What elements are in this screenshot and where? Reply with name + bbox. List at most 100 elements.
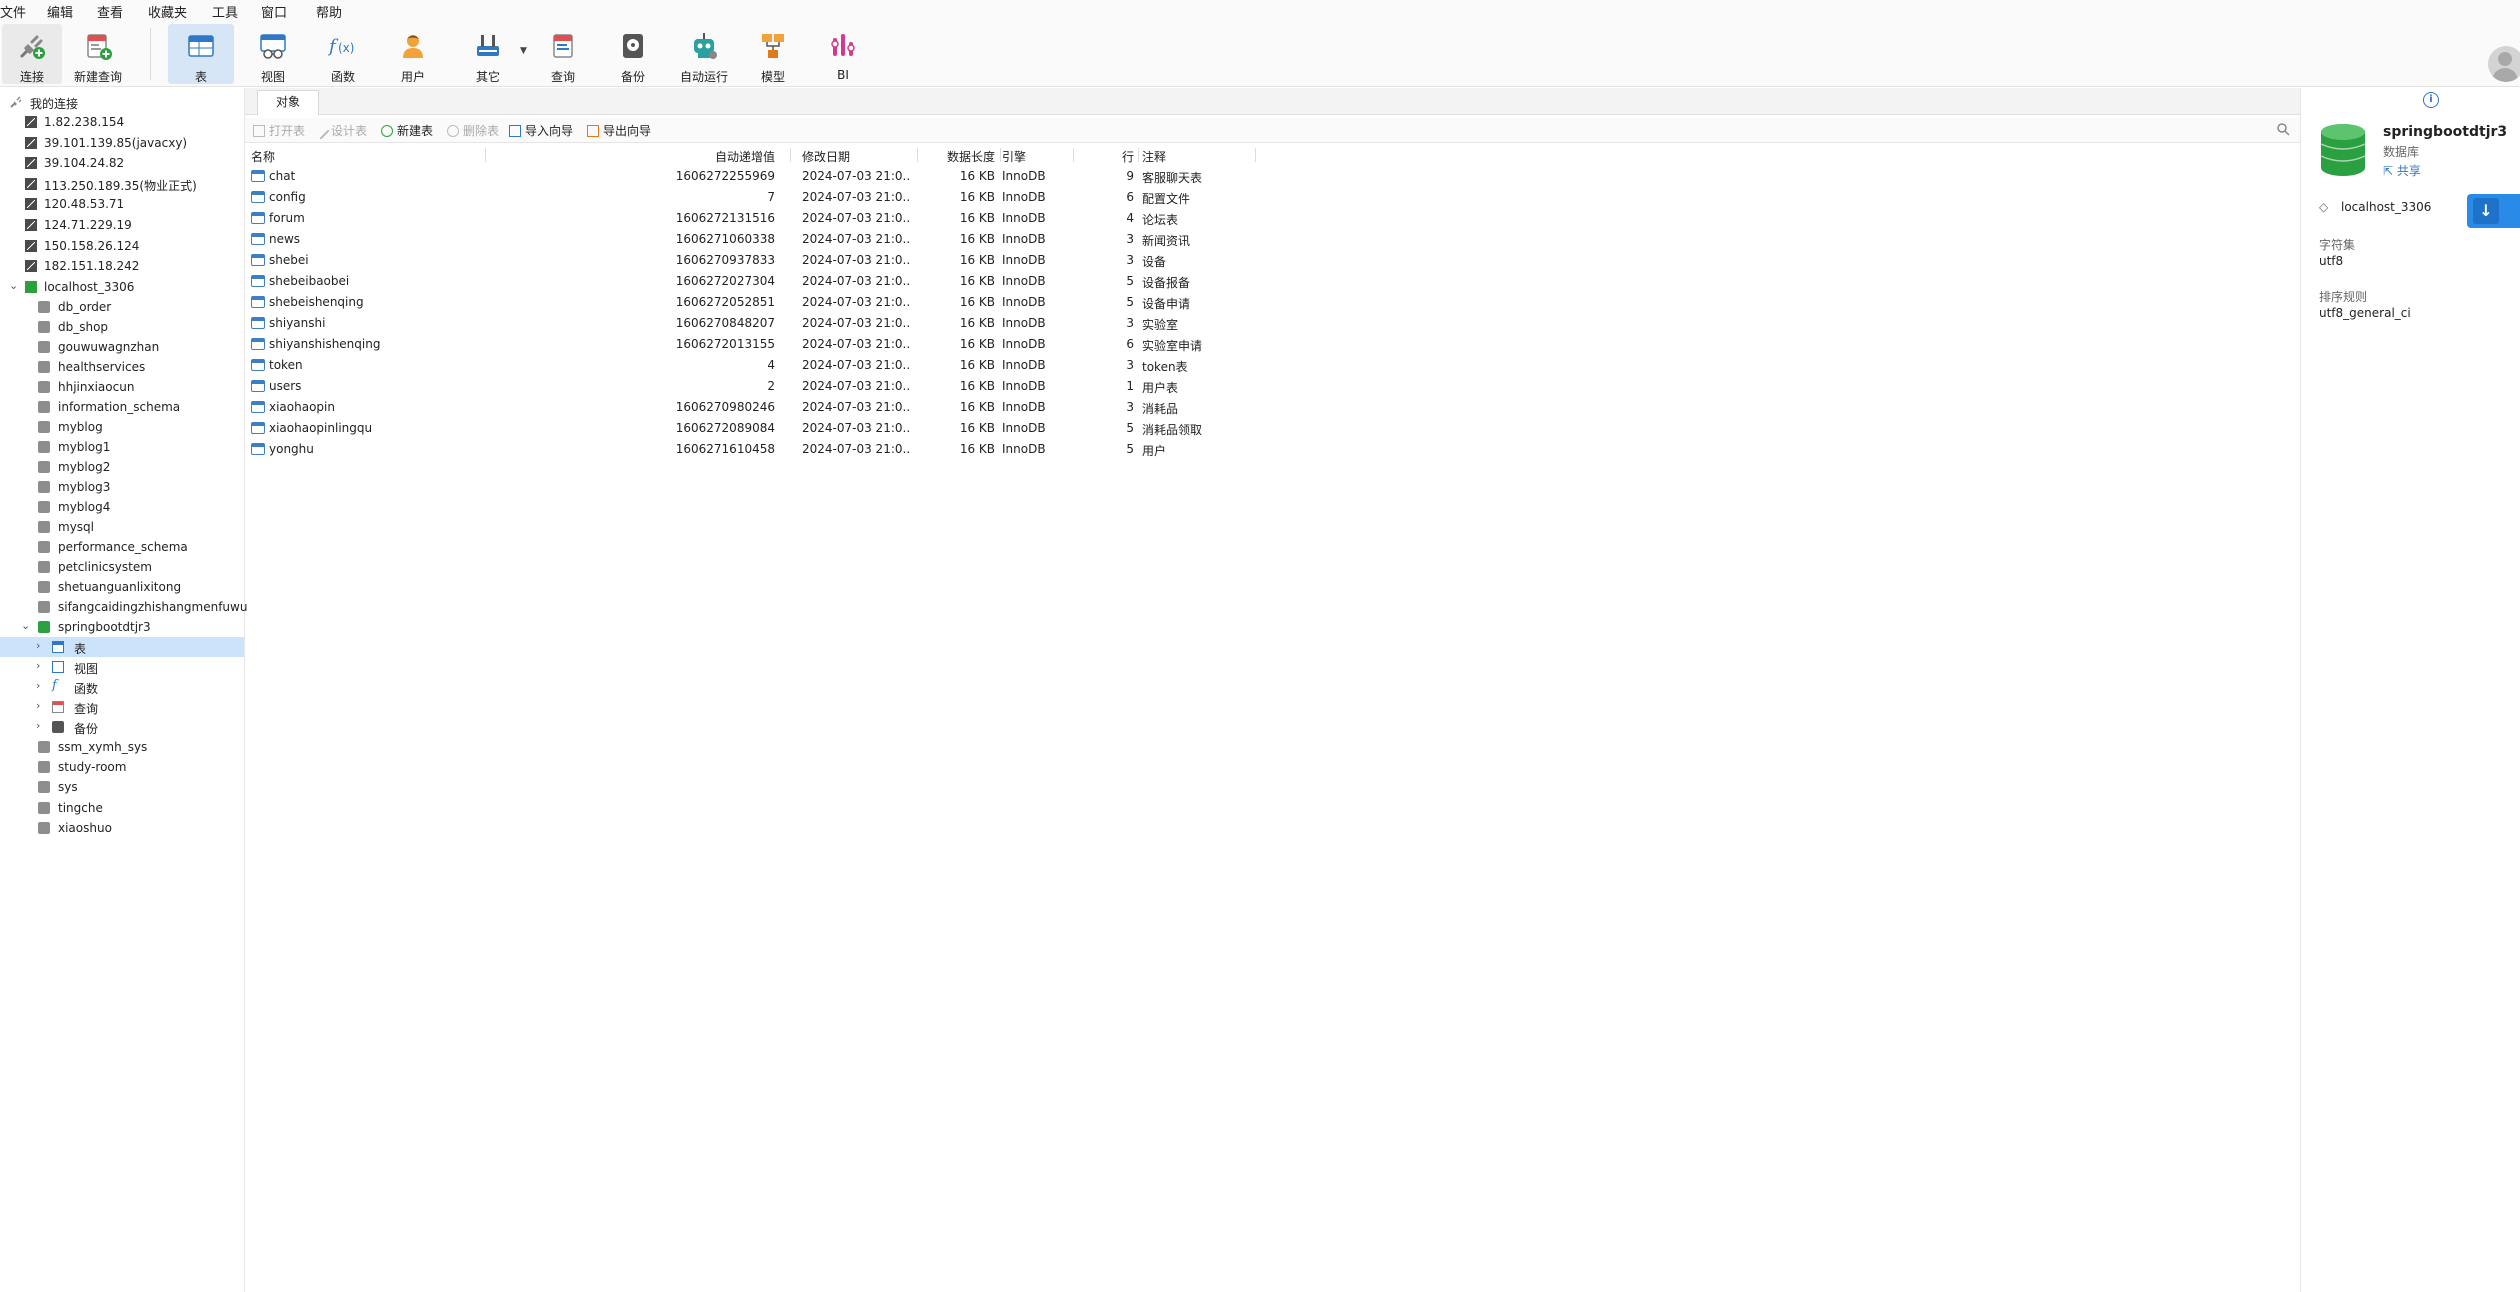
menu-file[interactable]: 文件 xyxy=(0,2,26,21)
view-button[interactable]: 视图 xyxy=(240,24,306,84)
table-row[interactable]: xiaohaopinlingqu 1606272089084 2024-07-03 … xyxy=(245,418,1285,439)
chevron-down-icon[interactable]: ⌄ xyxy=(21,619,30,632)
tree-database-springbootdtjr3[interactable]: ⌄ springbootdtjr3 xyxy=(0,617,244,637)
menu-tools[interactable]: 工具 xyxy=(212,2,238,21)
table-row[interactable]: shiyanshishenqing 1606272013155 2024-07-03… xyxy=(245,334,1285,355)
design-table-button[interactable]: 设计表 xyxy=(312,122,367,140)
table-row[interactable]: shebei 1606270937833 2024-07-03 21:0... 16 … xyxy=(245,250,1285,271)
tree-database[interactable]: db_shop xyxy=(0,317,244,337)
new-table-button[interactable]: 新建表 xyxy=(381,122,433,139)
table-row[interactable]: shebeibaobei 1606272027304 2024-07-03 21:0… xyxy=(245,271,1285,292)
tree-database[interactable]: myblog1 xyxy=(0,437,244,457)
tree-connection[interactable]: 1.82.238.154 xyxy=(0,112,244,132)
other-dropdown-icon[interactable]: ▼ xyxy=(520,46,527,56)
table-button[interactable]: 表 xyxy=(168,24,234,84)
backup-button[interactable]: 备份 xyxy=(600,24,666,84)
table-row[interactable]: news 1606271060338 2024-07-03 21:0... 16 KB… xyxy=(245,229,1285,250)
tree-database[interactable]: performance_schema xyxy=(0,537,244,557)
tree-database[interactable]: sifangcaidingzhishangmenfuwu xyxy=(0,597,247,617)
chevron-right-icon[interactable]: › xyxy=(36,719,40,732)
tree-connection-localhost[interactable]: ⌄ localhost_3306 xyxy=(0,277,244,297)
tree-database[interactable]: ssm_xymh_sys xyxy=(0,737,244,757)
column-header-modified-date[interactable]: 修改日期 xyxy=(802,148,850,165)
column-header-engine[interactable]: 引擎 xyxy=(1002,148,1026,165)
model-button[interactable]: 模型 xyxy=(740,24,806,84)
tree-database[interactable]: petclinicsystem xyxy=(0,557,244,577)
import-wizard-button[interactable]: 导入向导 xyxy=(509,122,573,139)
search-icon[interactable] xyxy=(2276,122,2290,136)
column-header-data-length[interactable]: 数据长度 xyxy=(935,148,995,165)
chevron-right-icon[interactable]: › xyxy=(36,639,40,652)
tree-connection[interactable]: 39.104.24.82 xyxy=(0,153,244,173)
table-row[interactable]: shebeishenqing 1606272052851 2024-07-03 21… xyxy=(245,292,1285,313)
column-divider[interactable] xyxy=(1255,148,1256,162)
tree-connection[interactable]: 120.48.53.71 xyxy=(0,194,244,214)
tree-database[interactable]: mysql xyxy=(0,517,244,537)
tree-item-views[interactable]: › 视图 xyxy=(0,657,244,677)
tree-connection[interactable]: 39.101.139.85(javacxy) xyxy=(0,133,244,153)
open-table-button[interactable]: 打开表 xyxy=(253,122,305,139)
menu-window[interactable]: 窗口 xyxy=(261,2,287,21)
menu-help[interactable]: 帮助 xyxy=(316,2,342,21)
share-link[interactable]: ⇱ 共享 xyxy=(2383,162,2421,179)
table-row[interactable]: config 7 2024-07-03 21:0... 16 KB InnoDB 6 配置文… xyxy=(245,187,1285,208)
tree-database[interactable]: tingche xyxy=(0,798,244,818)
account-avatar[interactable] xyxy=(2488,46,2520,82)
new-query-button[interactable]: 新建查询 xyxy=(66,24,130,84)
menu-favorites[interactable]: 收藏夹 xyxy=(148,2,187,21)
column-header-comment[interactable]: 注释 xyxy=(1142,148,1166,165)
tree-connection[interactable]: 124.71.229.19 xyxy=(0,215,244,235)
column-divider[interactable] xyxy=(485,148,486,162)
other-button[interactable]: 其它 xyxy=(455,24,521,84)
column-divider[interactable] xyxy=(790,148,791,162)
function-button[interactable]: f (x) 函数 xyxy=(310,24,376,84)
table-row[interactable]: users 2 2024-07-03 21:0... 16 KB InnoDB 1 用户表 xyxy=(245,376,1285,397)
bi-button[interactable]: BI xyxy=(810,24,876,84)
table-row[interactable]: shiyanshi 1606270848207 2024-07-03 21:0...… xyxy=(245,313,1285,334)
export-wizard-button[interactable]: 导出向导 xyxy=(587,122,651,139)
delete-table-button[interactable]: 删除表 xyxy=(447,122,499,139)
tree-root-my-connections[interactable]: 我的连接 xyxy=(0,92,244,112)
tree-connection[interactable]: 150.158.26.124 xyxy=(0,236,244,256)
tree-database[interactable]: myblog xyxy=(0,417,244,437)
chevron-right-icon[interactable]: › xyxy=(36,659,40,672)
tree-database[interactable]: myblog3 xyxy=(0,477,244,497)
connect-button[interactable]: 连接 xyxy=(2,24,62,84)
tree-item-tables[interactable]: › 表 xyxy=(0,637,244,657)
info-icon[interactable]: i xyxy=(2423,92,2439,108)
table-row[interactable]: chat 1606272255969 2024-07-03 21:0... 16 KB… xyxy=(245,166,1285,187)
tree-database[interactable]: information_schema xyxy=(0,397,244,417)
tree-connection[interactable]: 182.151.18.242 xyxy=(0,256,244,276)
menu-view[interactable]: 查看 xyxy=(97,2,123,21)
column-divider[interactable] xyxy=(1138,148,1139,162)
column-divider[interactable] xyxy=(1000,148,1001,162)
table-row[interactable]: yonghu 1606271610458 2024-07-03 21:0... 16 … xyxy=(245,439,1285,460)
tree-connection[interactable]: 113.250.189.35(物业正式) xyxy=(0,174,244,194)
tree-database[interactable]: shetuanguanlixitong xyxy=(0,577,244,597)
menu-edit[interactable]: 编辑 xyxy=(47,2,73,21)
tree-database[interactable]: myblog2 xyxy=(0,457,244,477)
column-header-auto-increment[interactable]: 自动递增值 xyxy=(675,148,775,165)
download-button[interactable]: ↓ xyxy=(2467,194,2520,228)
tree-database[interactable]: myblog4 xyxy=(0,497,244,517)
table-row[interactable]: token 4 2024-07-03 21:0... 16 KB InnoDB 3 toke… xyxy=(245,355,1285,376)
tree-item-functions[interactable]: › f 函数 xyxy=(0,677,244,697)
tree-database[interactable]: gouwuwagnzhan xyxy=(0,337,244,357)
table-row[interactable]: forum 1606272131516 2024-07-03 21:0... 16 K… xyxy=(245,208,1285,229)
tree-database[interactable]: hhjinxiaocun xyxy=(0,377,244,397)
tree-item-backups[interactable]: › 备份 xyxy=(0,717,244,737)
chevron-right-icon[interactable]: › xyxy=(36,699,40,712)
column-header-name[interactable]: 名称 xyxy=(251,148,275,165)
column-divider[interactable] xyxy=(917,148,918,162)
chevron-down-icon[interactable]: ⌄ xyxy=(9,279,18,292)
tree-database[interactable]: xiaoshuo xyxy=(0,818,244,838)
column-header-rows[interactable]: 行 xyxy=(1080,148,1134,165)
tree-database[interactable]: sys xyxy=(0,777,244,797)
tree-database[interactable]: db_order xyxy=(0,297,244,317)
user-button[interactable]: 用户 xyxy=(380,24,446,84)
column-divider[interactable] xyxy=(1073,148,1074,162)
automation-button[interactable]: 自动运行 xyxy=(670,24,738,84)
tree-database[interactable]: healthservices xyxy=(0,357,244,377)
query-button[interactable]: 查询 xyxy=(530,24,596,84)
table-row[interactable]: xiaohaopin 1606270980246 2024-07-03 21:0..… xyxy=(245,397,1285,418)
